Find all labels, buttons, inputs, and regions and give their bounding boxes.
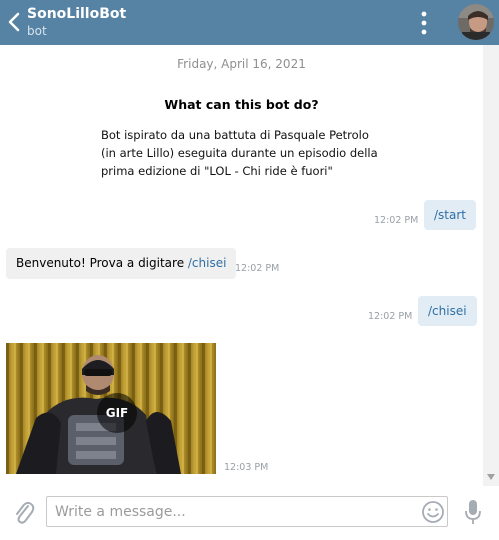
bot-intro-line: prima edizione di "LOL - Chi ride è fuor… [101, 164, 333, 178]
smiley-icon[interactable] [421, 500, 445, 524]
outgoing-message[interactable]: /chisei [418, 296, 477, 326]
message-time: 12:02 PM [368, 311, 413, 322]
bot-intro-line: (in arte Lillo) eseguita durante un epis… [101, 146, 378, 160]
paperclip-icon[interactable] [13, 500, 35, 526]
gif-message[interactable]: GIF [6, 343, 216, 474]
chat-subtitle: bot [27, 24, 47, 38]
bot-intro-title: What can this bot do? [164, 97, 319, 112]
message-text: Benvenuto! Prova a digitare [16, 256, 188, 270]
message-time: 12:02 PM [235, 263, 280, 274]
incoming-message: Benvenuto! Prova a digitare /chisei [6, 248, 237, 279]
command-link[interactable]: /chisei [428, 304, 467, 318]
chat-title[interactable]: SonoLilloBot [27, 6, 126, 22]
scrollbar[interactable] [483, 45, 499, 486]
chat-header: SonoLilloBot bot [0, 0, 499, 45]
back-arrow-icon[interactable] [6, 11, 22, 33]
command-link[interactable]: /chisei [188, 256, 227, 270]
command-link[interactable]: /start [434, 208, 466, 222]
microphone-icon[interactable] [464, 499, 482, 525]
date-separator: Friday, April 16, 2021 [177, 57, 306, 71]
bot-intro-description: Bot ispirato da una battuta di Pasquale … [101, 126, 401, 180]
scroll-down-arrow-icon[interactable] [487, 474, 495, 480]
message-input[interactable] [46, 496, 448, 527]
avatar[interactable] [458, 4, 494, 40]
gif-badge[interactable]: GIF [97, 393, 137, 433]
message-time: 12:03 PM [224, 462, 269, 473]
more-vertical-icon[interactable] [417, 10, 431, 36]
bot-intro-line: Bot ispirato da una battuta di Pasquale … [101, 128, 369, 142]
outgoing-message[interactable]: /start [424, 200, 476, 230]
message-time: 12:02 PM [374, 215, 419, 226]
